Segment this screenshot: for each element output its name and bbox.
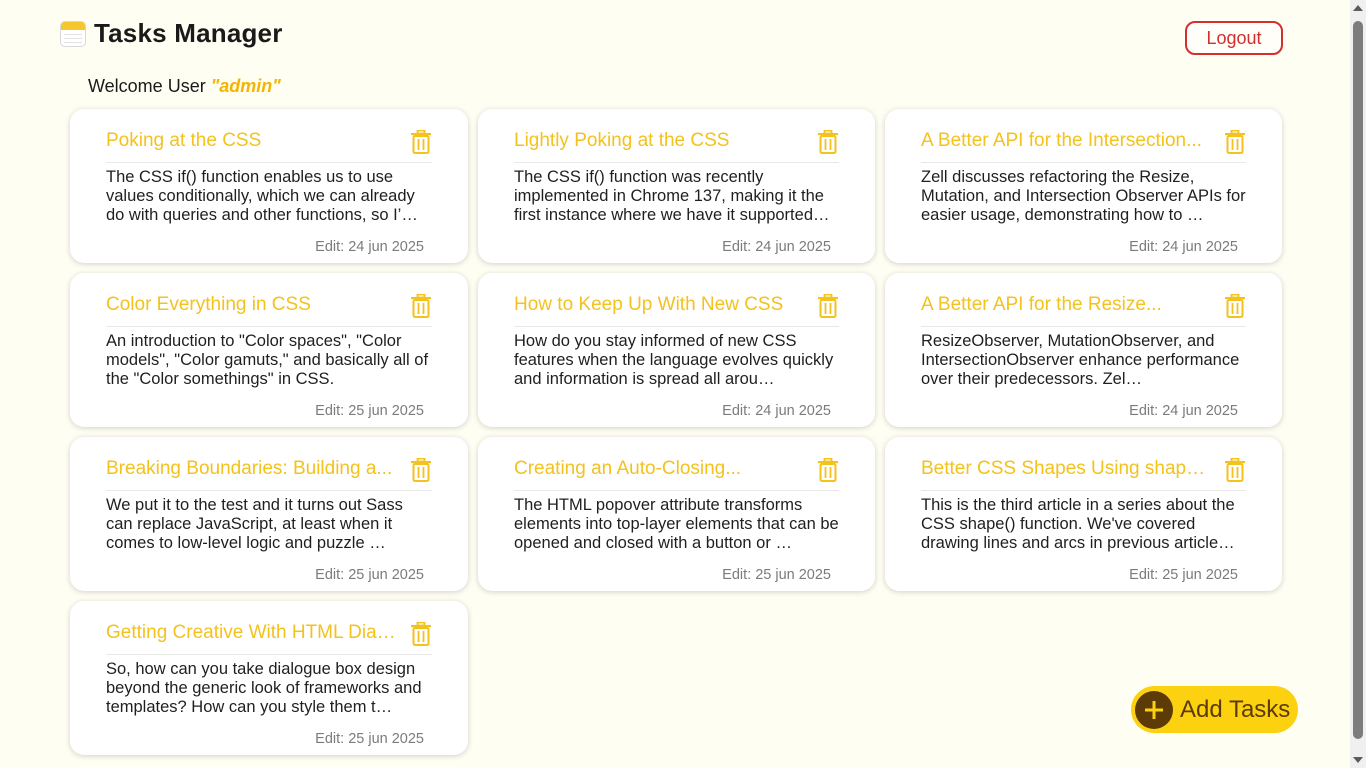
task-title[interactable]: A Better API for the Resize... [921, 291, 1162, 319]
task-description: Zell discusses refactoring the Resize, M… [921, 168, 1246, 224]
task-edit-date: Edit: 25 jun 2025 [722, 567, 831, 583]
logout-button[interactable]: Logout [1185, 21, 1283, 55]
trash-icon[interactable] [817, 457, 839, 482]
trash-icon[interactable] [410, 457, 432, 482]
task-card-header: Lightly Poking at the CSS [514, 127, 839, 163]
task-description: So, how can you take dialogue box design… [106, 660, 422, 716]
task-description: This is the third article in a series ab… [921, 496, 1235, 552]
task-card[interactable]: A Better API for the Resize... ResizeObs… [885, 273, 1282, 427]
task-title[interactable]: Color Everything in CSS [106, 291, 311, 319]
task-edit-date: Edit: 24 jun 2025 [1129, 239, 1238, 255]
page-title: Tasks Manager [94, 18, 283, 48]
trash-icon[interactable] [1224, 457, 1246, 482]
task-card[interactable]: Getting Creative With HTML Dialog So, ho… [70, 601, 468, 755]
task-card-header: A Better API for the Resize... [921, 291, 1246, 327]
add-tasks-label: Add Tasks [1180, 695, 1291, 723]
task-title[interactable]: Poking at the CSS [106, 127, 261, 155]
task-card[interactable]: Color Everything in CSS An introduction … [70, 273, 468, 427]
task-title[interactable]: Getting Creative With HTML Dialog [106, 619, 396, 647]
task-edit-date: Edit: 25 jun 2025 [315, 731, 424, 747]
trash-icon[interactable] [1224, 129, 1246, 154]
trash-icon[interactable] [1224, 293, 1246, 318]
task-edit-date: Edit: 25 jun 2025 [1129, 567, 1238, 583]
task-edit-date: Edit: 24 jun 2025 [722, 239, 831, 255]
task-card[interactable]: Poking at the CSS The CSS if() function … [70, 109, 468, 263]
task-description: An introduction to "Color spaces", "Colo… [106, 332, 429, 388]
task-card[interactable]: Lightly Poking at the CSS The CSS if() f… [478, 109, 875, 263]
task-card-header: Poking at the CSS [106, 127, 432, 163]
task-description: The HTML popover attribute transforms el… [514, 496, 839, 552]
task-card-header: Getting Creative With HTML Dialog [106, 619, 432, 655]
welcome-prefix: Welcome User [88, 76, 211, 96]
task-title[interactable]: Creating an Auto-Closing... [514, 455, 741, 483]
task-card-header: A Better API for the Intersection... [921, 127, 1246, 163]
task-card[interactable]: Better CSS Shapes Using shape(... This i… [885, 437, 1282, 591]
task-edit-date: Edit: 24 jun 2025 [315, 239, 424, 255]
header: Tasks Manager [60, 18, 283, 49]
task-card-header: Color Everything in CSS [106, 291, 432, 327]
task-card[interactable]: How to Keep Up With New CSS How do you s… [478, 273, 875, 427]
task-title[interactable]: Better CSS Shapes Using shape(... [921, 455, 1211, 483]
task-card-header: Breaking Boundaries: Building a... [106, 455, 432, 491]
trash-icon[interactable] [817, 293, 839, 318]
plus-icon [1135, 690, 1173, 729]
task-edit-date: Edit: 25 jun 2025 [315, 403, 424, 419]
task-card-header: How to Keep Up With New CSS [514, 291, 839, 327]
trash-icon[interactable] [817, 129, 839, 154]
task-edit-date: Edit: 24 jun 2025 [722, 403, 831, 419]
task-card[interactable]: A Better API for the Intersection... Zel… [885, 109, 1282, 263]
task-card[interactable]: Breaking Boundaries: Building a... We pu… [70, 437, 468, 591]
welcome-message: Welcome User "admin" [88, 76, 281, 97]
task-description: We put it to the test and it turns out S… [106, 496, 403, 552]
add-tasks-button[interactable]: Add Tasks [1131, 686, 1298, 733]
task-title[interactable]: A Better API for the Intersection... [921, 127, 1202, 155]
task-card-header: Better CSS Shapes Using shape(... [921, 455, 1246, 491]
task-card-header: Creating an Auto-Closing... [514, 455, 839, 491]
task-description: How do you stay informed of new CSS feat… [514, 332, 834, 388]
task-description: ResizeObserver, MutationObserver, and In… [921, 332, 1240, 388]
vertical-scrollbar[interactable] [1350, 0, 1366, 768]
notes-icon [60, 20, 86, 47]
scroll-up-arrow-icon[interactable] [1353, 5, 1363, 11]
app-root: Tasks Manager Logout Welcome User "admin… [0, 0, 1350, 768]
task-grid: Poking at the CSS The CSS if() function … [70, 109, 1282, 755]
task-edit-date: Edit: 24 jun 2025 [1129, 403, 1238, 419]
scroll-down-arrow-icon[interactable] [1353, 757, 1363, 763]
trash-icon[interactable] [410, 621, 432, 646]
trash-icon[interactable] [410, 129, 432, 154]
scroll-thumb[interactable] [1353, 21, 1363, 739]
task-title[interactable]: Lightly Poking at the CSS [514, 127, 729, 155]
trash-icon[interactable] [410, 293, 432, 318]
task-description: The CSS if() function enables us to use … [106, 168, 418, 224]
task-description: The CSS if() function was recently imple… [514, 168, 830, 224]
task-card[interactable]: Creating an Auto-Closing... The HTML pop… [478, 437, 875, 591]
welcome-username: "admin" [210, 76, 281, 96]
task-title[interactable]: Breaking Boundaries: Building a... [106, 455, 392, 483]
task-edit-date: Edit: 25 jun 2025 [315, 567, 424, 583]
task-title[interactable]: How to Keep Up With New CSS [514, 291, 783, 319]
